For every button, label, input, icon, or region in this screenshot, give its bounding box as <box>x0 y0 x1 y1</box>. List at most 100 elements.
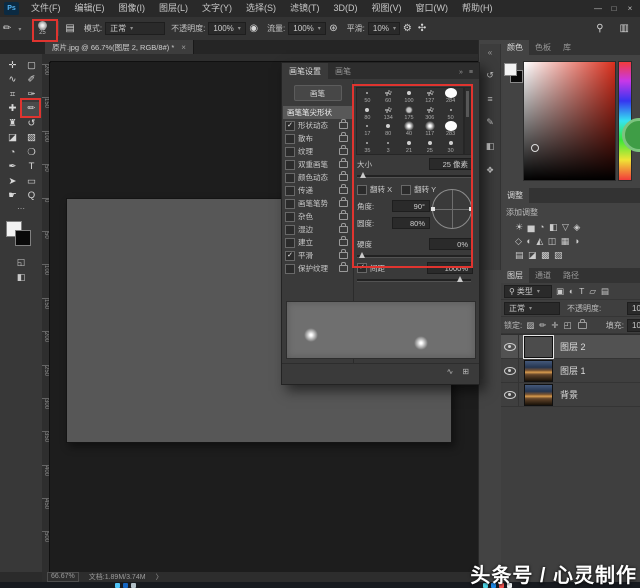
filter-type-layers-icon[interactable]: T <box>578 286 585 296</box>
pen-tool[interactable]: ✒ <box>3 160 22 175</box>
checkbox[interactable] <box>285 160 295 170</box>
checkbox[interactable] <box>285 238 295 248</box>
lock-icon[interactable] <box>339 174 348 181</box>
brush-preset[interactable]: 30 <box>440 138 461 154</box>
layer-row[interactable]: 背景 <box>501 383 640 407</box>
eraser-tool[interactable]: ◪ <box>3 131 22 146</box>
black-white-icon[interactable]: ◐ <box>526 236 531 246</box>
path-selection-tool[interactable]: ➤ <box>3 174 22 189</box>
zoom-level-input[interactable]: 66.67% <box>47 572 79 582</box>
brush-preset[interactable]: 134 <box>378 105 399 121</box>
lock-position-icon[interactable]: ✛ <box>550 320 559 331</box>
pressure-opacity-icon[interactable]: ◉ <box>246 23 261 34</box>
opacity-select[interactable]: 100% <box>208 22 246 35</box>
angle-input[interactable]: 90° <box>392 200 430 212</box>
blend-mode-select[interactable]: 正常 <box>105 22 165 35</box>
lock-icon[interactable] <box>339 148 348 155</box>
menu-item[interactable]: 图层(L) <box>152 0 195 17</box>
menu-item[interactable]: 图像(I) <box>112 0 153 17</box>
lock-icon[interactable] <box>339 213 348 220</box>
lock-icon[interactable] <box>339 187 348 194</box>
brush-preset[interactable]: 50 <box>440 105 461 121</box>
checkbox[interactable]: ✓ <box>285 251 295 261</box>
lock-pixels-icon[interactable]: ✏ <box>538 320 547 331</box>
smoothing-select[interactable]: 10% <box>368 22 400 35</box>
lock-icon[interactable] <box>339 135 348 142</box>
spacing-slider[interactable] <box>357 276 471 283</box>
lock-icon[interactable] <box>339 200 348 207</box>
shape-tool[interactable]: ▭ <box>22 174 41 189</box>
color-cursor[interactable] <box>531 144 539 152</box>
selective-color-icon[interactable]: ▨ <box>554 250 563 261</box>
brush-option-row[interactable]: 传递 <box>282 184 353 197</box>
layer-opacity-select[interactable]: 100% <box>627 302 640 315</box>
checkbox[interactable]: ✓ <box>285 121 295 131</box>
foreground-color-swatch[interactable] <box>504 63 517 76</box>
gradient-map-icon[interactable]: ▩ <box>541 250 550 261</box>
flip-y-checkbox[interactable] <box>401 185 411 195</box>
maximize-button[interactable]: □ <box>606 4 622 13</box>
lock-icon[interactable] <box>339 161 348 168</box>
properties-panel-icon[interactable]: ≡ <box>487 94 492 104</box>
filter-smart-objects-icon[interactable]: ▤ <box>600 286 610 297</box>
color-balance-icon[interactable]: ◇ <box>515 236 522 247</box>
invert-icon[interactable]: ◑ <box>574 236 579 246</box>
brush-option-row[interactable]: ✓ 平滑 <box>282 249 353 262</box>
type-tool[interactable]: T <box>22 160 41 175</box>
brush-option-row[interactable]: 颜色动态 <box>282 171 353 184</box>
brush-option-row[interactable]: 杂色 <box>282 210 353 223</box>
menu-item[interactable]: 文件(F) <box>24 0 68 17</box>
scrollbar[interactable] <box>464 87 473 155</box>
lock-icon[interactable] <box>339 226 348 233</box>
lock-icon[interactable] <box>339 239 348 246</box>
flip-x-checkbox[interactable] <box>357 185 367 195</box>
panel-tab[interactable]: 库 <box>557 40 577 55</box>
brush-option-row[interactable]: 纹理 <box>282 145 353 158</box>
status-options-arrow-icon[interactable]: 〉 <box>156 572 163 582</box>
menu-item[interactable]: 窗口(W) <box>409 0 456 17</box>
zoom-tool[interactable]: Q <box>22 189 41 204</box>
size-input[interactable]: 25 像素 <box>429 158 473 170</box>
checkbox[interactable] <box>285 186 295 196</box>
layer-visibility-toggle[interactable] <box>501 383 519 406</box>
lock-icon[interactable] <box>339 252 348 259</box>
eyedropper-tool[interactable]: ✑ <box>22 87 41 102</box>
lock-icon[interactable] <box>339 265 348 272</box>
roundness-input[interactable]: 80% <box>392 217 430 229</box>
close-button[interactable]: × <box>622 4 638 13</box>
history-panel-icon[interactable]: ↺ <box>486 70 494 81</box>
panel-tab[interactable]: 路径 <box>557 268 585 283</box>
brushes-button[interactable]: 画笔 <box>294 85 342 101</box>
panel-menu-icon[interactable]: ≡ <box>469 69 473 76</box>
channel-mixer-icon[interactable]: ◫ <box>548 236 557 247</box>
brush-preset[interactable]: 35 <box>357 138 378 154</box>
hardness-slider[interactable] <box>357 252 471 259</box>
slider-thumb[interactable] <box>457 276 463 282</box>
dial-handle[interactable] <box>469 207 473 211</box>
checkbox[interactable] <box>285 134 295 144</box>
menu-item[interactable]: 文字(Y) <box>195 0 239 17</box>
filter-shape-layers-icon[interactable]: ▱ <box>588 286 597 297</box>
lasso-tool[interactable]: ∿ <box>3 73 22 88</box>
lock-icon[interactable] <box>339 122 348 129</box>
brush-preset[interactable]: 50 <box>357 88 378 104</box>
vibrance-icon[interactable]: ▽ <box>562 222 569 233</box>
quick-selection-tool[interactable]: ✐ <box>22 73 41 88</box>
checkbox[interactable] <box>285 212 295 222</box>
background-color-swatch[interactable] <box>15 230 31 246</box>
panel-tab[interactable]: 色板 <box>529 40 557 55</box>
filter-pixel-layers-icon[interactable]: ▣ <box>555 286 565 297</box>
brush-tool-caret-icon[interactable] <box>14 24 21 33</box>
color-swatches[interactable] <box>6 221 36 251</box>
brush-option-row[interactable]: 湿边 <box>282 223 353 236</box>
brush-preset[interactable]: 3 <box>378 138 399 154</box>
brush-preset[interactable]: 284 <box>440 88 461 104</box>
spacing-checkbox[interactable]: ✓ <box>357 263 367 273</box>
menu-item[interactable]: 3D(D) <box>327 0 365 17</box>
layer-thumbnail[interactable] <box>524 336 553 358</box>
checkbox[interactable] <box>285 173 295 183</box>
panel-tab[interactable]: 画笔设置 <box>282 63 328 79</box>
lock-all-icon[interactable] <box>578 322 587 329</box>
collapse-panel-icon[interactable]: » <box>459 69 463 76</box>
brush-tool[interactable]: ✏ <box>22 102 41 117</box>
